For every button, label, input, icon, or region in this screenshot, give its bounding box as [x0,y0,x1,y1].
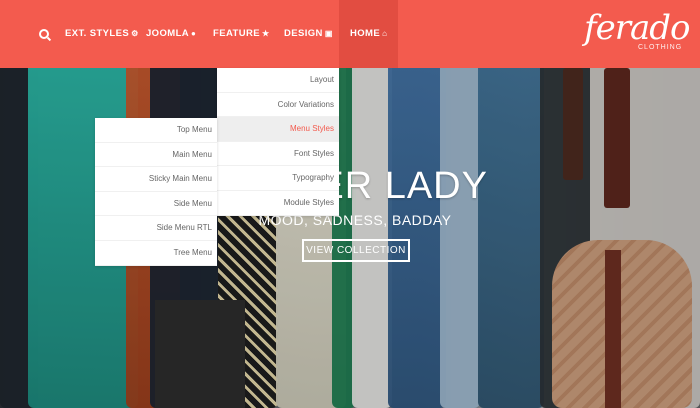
nav-label: EXT. STYLES [65,28,130,39]
view-collection-button[interactable]: VIEW COLLECTION [302,239,410,262]
menu-item-menu-styles[interactable]: Menu Styles [217,117,339,142]
menu-item-typography[interactable]: Typography [217,166,339,191]
nav-home[interactable]: HOME ⌂ [339,0,398,68]
star-icon: ★ [261,29,270,38]
nav-design[interactable]: DESIGN ▣ [284,0,333,68]
gear-icon: ⚙ [131,29,139,38]
nav-ext-styles[interactable]: EXT. STYLES ⚙ [65,0,139,68]
submenu-item-side-menu[interactable]: Side Menu [95,192,217,217]
user-icon: ● [191,29,197,38]
submenu-item-main-menu[interactable]: Main Menu [95,143,217,168]
home-icon: ⌂ [382,29,388,38]
menu-styles-submenu: Top Menu Main Menu Sticky Main Menu Side… [95,118,217,266]
nav-label: JOOMLA [146,28,190,39]
submenu-item-top-menu[interactable]: Top Menu [95,118,217,143]
search-icon[interactable] [39,29,49,39]
menu-item-module-styles[interactable]: Module Styles [217,191,339,216]
image-icon: ▣ [324,29,333,38]
nav-feature[interactable]: FEATURE ★ [213,0,270,68]
nav-label: DESIGN [284,28,323,39]
nav-label: FEATURE [213,28,260,39]
menu-item-font-styles[interactable]: Font Styles [217,142,339,167]
nav-joomla[interactable]: JOOMLA ● [146,0,196,68]
menu-item-layout[interactable]: Layout [217,68,339,93]
logo[interactable]: ferado [584,10,690,46]
submenu-item-tree-menu[interactable]: Tree Menu [95,241,217,266]
logo-tagline: CLOTHING [638,44,683,51]
submenu-item-side-menu-rtl[interactable]: Side Menu RTL [95,216,217,241]
top-navbar: EXT. STYLES ⚙ JOOMLA ● FEATURE ★ DESIGN ▣ HO… [0,0,700,68]
submenu-item-sticky-main-menu[interactable]: Sticky Main Menu [95,167,217,192]
menu-item-color-variations[interactable]: Color Variations [217,93,339,118]
design-dropdown: Layout Color Variations Menu Styles Font… [217,68,339,216]
nav-label: HOME [350,28,381,39]
